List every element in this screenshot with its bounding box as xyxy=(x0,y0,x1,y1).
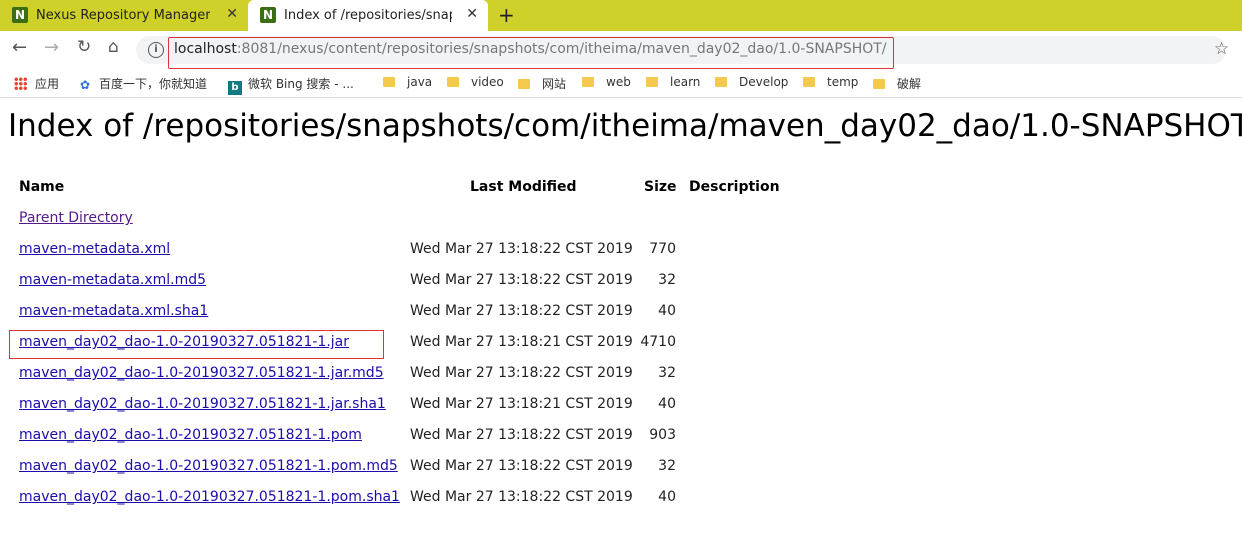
table-row: maven_day02_dao-1.0-20190327.051821-1.po… xyxy=(0,427,700,447)
baidu-paw-icon: ✿ xyxy=(80,78,91,92)
parent-directory-row: Parent Directory xyxy=(0,210,700,230)
file-link[interactable]: maven_day02_dao-1.0-20190327.051821-1.ja… xyxy=(19,396,386,412)
table-row: maven_day02_dao-1.0-20190327.051821-1.ja… xyxy=(0,365,700,385)
file-link[interactable]: maven_day02_dao-1.0-20190327.051821-1.po… xyxy=(19,458,398,474)
back-arrow-icon[interactable]: ← xyxy=(12,37,27,58)
reload-icon[interactable]: ↻ xyxy=(77,37,91,57)
tab-strip: N Nexus Repository Manager ✕ N Index of … xyxy=(0,0,1242,31)
folder-icon xyxy=(447,77,459,87)
jar-highlight-box xyxy=(9,330,384,359)
file-modified: Wed Mar 27 13:18:22 CST 2019 xyxy=(410,458,633,474)
bookmark-folder-web[interactable]: web xyxy=(582,75,631,89)
table-row: maven_day02_dao-1.0-20190327.051821-1.ja… xyxy=(0,396,700,416)
file-link[interactable]: maven_day02_dao-1.0-20190327.051821-1.po… xyxy=(19,489,400,505)
bookmark-bing[interactable]: b 微软 Bing 搜索 - ... xyxy=(228,75,354,95)
table-row: maven_day02_dao-1.0-20190327.051821-1.po… xyxy=(0,489,700,509)
bookmark-folder-learn[interactable]: learn xyxy=(646,75,700,89)
file-modified: Wed Mar 27 13:18:22 CST 2019 xyxy=(410,303,633,319)
table-row: maven-metadata.xml.sha1 Wed Mar 27 13:18… xyxy=(0,303,700,323)
file-link[interactable]: maven-metadata.xml xyxy=(19,241,170,257)
file-modified: Wed Mar 27 13:18:22 CST 2019 xyxy=(410,272,633,288)
apps-grid-icon xyxy=(14,77,27,90)
file-size: 40 xyxy=(658,303,676,319)
column-header-description: Description xyxy=(689,179,780,195)
forward-arrow-icon[interactable]: → xyxy=(44,37,59,58)
file-size: 32 xyxy=(658,365,676,381)
nexus-favicon-icon: N xyxy=(12,7,28,23)
folder-icon xyxy=(646,77,658,87)
file-modified: Wed Mar 27 13:18:22 CST 2019 xyxy=(410,489,633,505)
tab-index-of-repositories[interactable]: N Index of /repositories/snapshots ✕ xyxy=(248,0,488,31)
file-size: 770 xyxy=(649,241,676,257)
bookmarks-bar: 应用 ✿ 百度一下，你就知道 b 微软 Bing 搜索 - ... java vid… xyxy=(0,70,1242,98)
bing-logo-icon: b xyxy=(228,81,242,95)
file-link[interactable]: maven-metadata.xml.md5 xyxy=(19,272,206,288)
page-title: Index of /repositories/snapshots/com/ith… xyxy=(8,108,1242,144)
tab-title: Index of /repositories/snapshots xyxy=(284,8,452,23)
column-header-name: Name xyxy=(19,179,65,195)
close-tab-icon[interactable]: ✕ xyxy=(466,6,478,22)
column-header-last-modified: Last Modified xyxy=(470,179,577,195)
parent-directory-link[interactable]: Parent Directory xyxy=(19,210,133,226)
file-size: 32 xyxy=(658,272,676,288)
folder-icon xyxy=(582,77,594,87)
file-size: 40 xyxy=(658,396,676,412)
site-info-icon[interactable]: i xyxy=(148,42,164,58)
file-modified: Wed Mar 27 13:18:22 CST 2019 xyxy=(410,427,633,443)
folder-icon xyxy=(803,77,815,87)
file-link[interactable]: maven-metadata.xml.sha1 xyxy=(19,303,208,319)
tab-title: Nexus Repository Manager xyxy=(36,8,210,23)
bookmark-folder-temp[interactable]: temp xyxy=(803,75,858,89)
file-link[interactable]: maven_day02_dao-1.0-20190327.051821-1.ja… xyxy=(19,365,384,381)
column-header-size: Size xyxy=(644,179,677,195)
folder-icon xyxy=(518,79,530,89)
folder-icon xyxy=(383,77,395,87)
file-size: 4710 xyxy=(640,334,676,350)
bookmark-folder-crack[interactable]: 破解 xyxy=(873,75,921,92)
file-modified: Wed Mar 27 13:18:21 CST 2019 xyxy=(410,334,633,350)
close-tab-icon[interactable]: ✕ xyxy=(226,6,238,22)
file-modified: Wed Mar 27 13:18:22 CST 2019 xyxy=(410,241,633,257)
bookmark-folder-java[interactable]: java xyxy=(383,75,432,89)
file-modified: Wed Mar 27 13:18:22 CST 2019 xyxy=(410,365,633,381)
bookmark-baidu[interactable]: ✿ 百度一下，你就知道 xyxy=(80,75,207,92)
tab-nexus-repository-manager[interactable]: N Nexus Repository Manager ✕ xyxy=(0,0,248,31)
file-modified: Wed Mar 27 13:18:21 CST 2019 xyxy=(410,396,633,412)
bookmark-star-icon[interactable]: ☆ xyxy=(1214,39,1229,59)
table-row: maven-metadata.xml.md5 Wed Mar 27 13:18:… xyxy=(0,272,700,292)
folder-icon xyxy=(715,77,727,87)
home-icon[interactable]: ⌂ xyxy=(108,37,119,57)
bookmark-folder-video[interactable]: video xyxy=(447,75,504,89)
file-size: 32 xyxy=(658,458,676,474)
bookmark-folder-websites[interactable]: 网站 xyxy=(518,75,566,92)
file-link[interactable]: maven_day02_dao-1.0-20190327.051821-1.po… xyxy=(19,427,362,443)
table-row: maven-metadata.xml Wed Mar 27 13:18:22 C… xyxy=(0,241,700,261)
file-size: 40 xyxy=(658,489,676,505)
new-tab-button[interactable]: + xyxy=(498,3,515,27)
nexus-favicon-icon: N xyxy=(260,7,276,23)
bookmark-folder-develop[interactable]: Develop xyxy=(715,75,788,89)
url-highlight-box xyxy=(168,37,894,69)
bookmark-apps[interactable]: 应用 xyxy=(14,75,59,92)
file-size: 903 xyxy=(649,427,676,443)
table-row: maven_day02_dao-1.0-20190327.051821-1.po… xyxy=(0,458,700,478)
folder-icon xyxy=(873,79,885,89)
